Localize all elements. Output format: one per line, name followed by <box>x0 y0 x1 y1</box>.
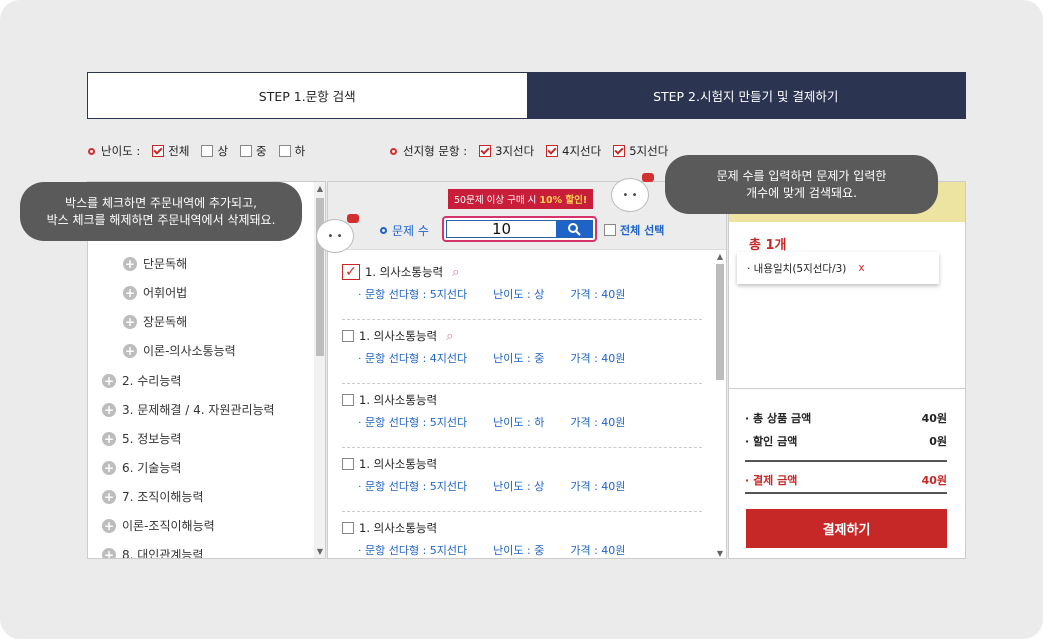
plus-icon: + <box>102 460 116 475</box>
tree-item-interpersonal[interactable]: +8. 대인관계능력 <box>102 546 204 558</box>
plus-icon: + <box>123 314 137 329</box>
divider <box>729 388 965 389</box>
zoom-icon[interactable]: ⌕ <box>452 265 459 280</box>
checkbox-icon[interactable] <box>342 522 354 534</box>
difficulty-option-all[interactable]: 전체 <box>152 143 189 159</box>
question-item[interactable]: 1. 의사소통능력 ⌕ · 문항 선다형 : 4지선다 난이도 : 중 가격 : 40… <box>342 320 702 384</box>
pay-total-row: · 결제 금액 40원 <box>745 474 947 487</box>
question-count-input[interactable]: 10 <box>447 220 556 238</box>
question-item[interactable]: ✓ 1. 의사소통능력 ⌕ · 문항 선다형 : 5지선다 난이도 : 상 가격 : 4… <box>342 256 702 320</box>
remove-item-button[interactable]: x <box>858 262 864 274</box>
plus-icon: + <box>102 489 116 504</box>
checkbox-icon[interactable] <box>342 394 354 406</box>
checkbox-icon[interactable] <box>278 145 291 157</box>
choice-option-3[interactable]: 3지선다 <box>479 143 534 159</box>
plus-icon: + <box>123 285 137 300</box>
checkbox-checked-icon[interactable] <box>152 145 165 157</box>
order-total-count: 총 1개 <box>749 238 787 253</box>
order-item: · 내용일치(5지선다/3) x <box>737 252 939 284</box>
difficulty-filter: 난이도 : 전체 상 중 하 <box>88 143 311 159</box>
question-count-search: 10 <box>442 216 597 242</box>
scrollbar-thumb[interactable] <box>716 264 724 380</box>
scroll-down-icon[interactable]: ▼ <box>314 547 325 556</box>
search-button[interactable] <box>556 221 592 237</box>
plus-icon: + <box>102 402 116 417</box>
plus-icon: + <box>123 343 137 358</box>
search-icon <box>568 223 581 236</box>
checkbox-icon[interactable] <box>240 145 253 157</box>
tree-item-math[interactable]: +2. 수리능력 <box>102 372 181 389</box>
mascot-icon: • • <box>316 214 359 253</box>
plus-icon: + <box>102 518 116 533</box>
tree-item-vocab[interactable]: + 어휘어법 <box>123 284 187 301</box>
pay-button[interactable]: 결제하기 <box>746 509 947 548</box>
bullet-icon <box>380 227 387 234</box>
tree-item-theory-communication[interactable]: + 이론-의사소통능력 <box>123 342 236 359</box>
question-item[interactable]: 1. 의사소통능력 · 문항 선다형 : 5지선다 난이도 : 중 가격 : 40원 <box>342 512 702 558</box>
discount-promo-badge: 50문제 이상 구매 시 10% 할인! <box>448 189 594 209</box>
tree-item-technology[interactable]: +6. 기술능력 <box>102 459 181 476</box>
bullet-icon <box>88 147 95 155</box>
tree-item-long-reading[interactable]: + 장문독해 <box>123 313 187 330</box>
order-summary-panel: 총 1개 · 내용일치(5지선다/3) x · 총 상품 금액 40원 · 할인 … <box>728 181 966 559</box>
count-help-tooltip: 문제 수를 입력하면 문제가 입력한 개수에 맞게 검색돼요. <box>665 155 938 214</box>
checkbox-icon[interactable] <box>342 458 354 470</box>
scroll-up-icon[interactable]: ▲ <box>714 252 726 261</box>
difficulty-option-high[interactable]: 상 <box>201 143 228 159</box>
tree-item-problem-solving[interactable]: +3. 문제해결 / 4. 자원관리능력 <box>102 401 275 418</box>
tab-step1[interactable]: STEP 1.문항 검색 <box>88 73 527 118</box>
select-all-checkbox[interactable]: 전체 선택 <box>604 222 664 238</box>
plus-icon: + <box>102 547 116 558</box>
scroll-up-icon[interactable]: ▲ <box>314 184 325 193</box>
difficulty-option-mid[interactable]: 중 <box>240 143 267 159</box>
plus-icon: + <box>102 431 116 446</box>
step-tabs: STEP 1.문항 검색 STEP 2.시험지 만들기 및 결제하기 <box>87 72 966 119</box>
checkbox-help-tooltip: 박스를 체크하면 주문내역에 추가되고, 박스 체크를 해제하면 주문내역에서 삭… <box>20 182 302 241</box>
tree-item-organization[interactable]: +7. 조직이해능력 <box>102 488 204 505</box>
difficulty-option-low[interactable]: 하 <box>278 143 305 159</box>
divider <box>745 492 947 494</box>
question-list-panel: 50문제 이상 구매 시 10% 할인! 문제 수 10 전체 선택 ✓ 1. 의… <box>327 181 727 559</box>
product-total-row: · 총 상품 금액 40원 <box>745 412 947 425</box>
plus-icon: + <box>123 256 137 271</box>
zoom-icon[interactable]: ⌕ <box>446 329 453 344</box>
question-item[interactable]: 1. 의사소통능력 · 문항 선다형 : 5지선다 난이도 : 하 가격 : 40원 <box>342 384 702 448</box>
mascot-icon: • • <box>611 173 654 212</box>
tab-step2[interactable]: STEP 2.시험지 만들기 및 결제하기 <box>526 73 965 118</box>
tree-item-short-reading[interactable]: + 단문독해 <box>123 255 187 272</box>
question-scrollbar[interactable]: ▲ ▼ <box>714 250 726 558</box>
choice-option-5[interactable]: 5지선다 <box>613 143 668 159</box>
tree-item-information[interactable]: +5. 정보능력 <box>102 430 181 447</box>
difficulty-label: 난이도 : <box>101 144 141 158</box>
checkbox-icon[interactable] <box>604 224 616 236</box>
tree-item-theory-organization[interactable]: + 이론-조직이해능력 <box>102 517 215 534</box>
checkbox-checked-icon[interactable] <box>546 145 559 157</box>
checkbox-icon[interactable] <box>342 330 354 342</box>
bullet-icon <box>390 147 397 155</box>
plus-icon: + <box>102 373 116 388</box>
discount-row: · 할인 금액 0원 <box>745 435 947 448</box>
divider <box>745 460 947 462</box>
question-item[interactable]: 1. 의사소통능력 · 문항 선다형 : 5지선다 난이도 : 상 가격 : 40원 <box>342 448 702 512</box>
choice-label: 선지형 문항 : <box>403 144 468 158</box>
checkbox-icon[interactable] <box>201 145 214 157</box>
question-count-label: 문제 수 <box>380 222 429 239</box>
choice-option-4[interactable]: 4지선다 <box>546 143 601 159</box>
checkbox-checked-icon[interactable] <box>613 145 626 157</box>
scroll-down-icon[interactable]: ▼ <box>714 549 726 558</box>
checkbox-checked-icon[interactable]: ✓ <box>342 264 360 280</box>
checkbox-checked-icon[interactable] <box>479 145 492 157</box>
choice-filter: 선지형 문항 : 3지선다 4지선다 5지선다 <box>390 143 674 159</box>
